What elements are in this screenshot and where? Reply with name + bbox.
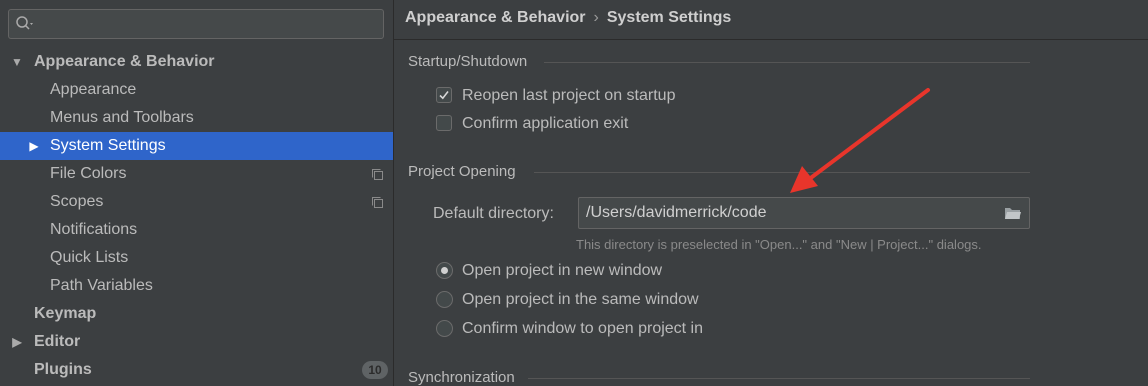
checkbox-box[interactable] [436, 115, 452, 131]
tree-item-label: Notifications [50, 221, 138, 238]
default-directory-value[interactable]: /Users/davidmerrick/code [586, 198, 767, 228]
radio-label: Open project in new window [462, 262, 663, 279]
radio-button[interactable] [436, 291, 453, 308]
default-directory-field[interactable]: /Users/davidmerrick/code [578, 197, 1030, 229]
radio-button[interactable] [436, 262, 453, 279]
radio-selected-dot [441, 267, 448, 274]
tree-item-notifications[interactable]: Notifications [0, 216, 393, 244]
tree-item-label: System Settings [50, 137, 166, 154]
tree-item-menus-and-toolbars[interactable]: Menus and Toolbars [0, 104, 393, 132]
tree-item-path-variables[interactable]: Path Variables [0, 272, 393, 300]
breadcrumb-current: System Settings [606, 9, 732, 26]
tree-item-appearance[interactable]: Appearance [0, 76, 393, 104]
checkbox-label: Confirm application exit [462, 115, 629, 132]
copy-icon [372, 197, 383, 208]
search-icon [16, 16, 33, 30]
section-divider [528, 378, 1030, 379]
tree-item-label: Editor [34, 333, 81, 350]
section-title-project-opening: Project Opening [408, 163, 516, 180]
plugins-count-badge: 10 [362, 361, 388, 379]
tree-item-file-colors[interactable]: File Colors [0, 160, 393, 188]
checkbox-label: Reopen last project on startup [462, 87, 676, 104]
radio-label: Open project in the same window [462, 291, 699, 308]
breadcrumb: Appearance & Behavior › System Settings [405, 9, 731, 27]
tree-item-label: Appearance [50, 81, 137, 98]
tree-item-label: Path Variables [50, 277, 153, 294]
tree-item-quick-lists[interactable]: Quick Lists [0, 244, 393, 272]
radio-button[interactable] [436, 320, 453, 337]
search-input[interactable] [8, 9, 384, 39]
section-title-synchronization: Synchronization [408, 369, 515, 386]
settings-sidebar: ▼ Appearance & Behavior Appearance Menus… [0, 0, 394, 386]
tree-item-label: Scopes [50, 193, 104, 210]
tree-item-appearance-behavior[interactable]: ▼ Appearance & Behavior [0, 48, 393, 76]
tree-item-plugins[interactable]: Plugins 10 [0, 356, 393, 384]
copy-icon [372, 169, 383, 180]
expand-arrow-icon[interactable]: ▶ [11, 328, 23, 356]
settings-main-panel: Appearance & Behavior › System Settings St… [394, 0, 1148, 386]
tree-item-label: File Colors [50, 165, 127, 182]
default-directory-label: Default directory: [433, 205, 554, 222]
tree-item-label: Menus and Toolbars [50, 109, 194, 126]
tree-item-label: Appearance & Behavior [34, 53, 215, 70]
expand-arrow-icon[interactable]: ▶ [28, 132, 40, 160]
tree-item-label: Quick Lists [50, 249, 129, 266]
tree-item-system-settings[interactable]: ▶ System Settings [0, 132, 393, 160]
collapse-arrow-icon[interactable]: ▼ [11, 48, 23, 76]
tree-item-keymap[interactable]: Keymap [0, 300, 393, 328]
section-title-startup: Startup/Shutdown [408, 53, 528, 70]
checkbox-box[interactable] [436, 87, 452, 103]
breadcrumb-parent[interactable]: Appearance & Behavior [405, 9, 586, 26]
tree-item-scopes[interactable]: Scopes [0, 188, 393, 216]
tree-item-editor[interactable]: ▶ Editor [0, 328, 393, 356]
radio-label: Confirm window to open project in [462, 320, 704, 337]
breadcrumb-separator: › [593, 9, 599, 26]
section-divider [544, 62, 1030, 63]
tree-item-label: Keymap [34, 305, 97, 322]
checkmark-icon [439, 91, 449, 100]
tree-item-label: Plugins [34, 361, 92, 378]
folder-icon[interactable] [1004, 206, 1022, 220]
section-divider [534, 172, 1030, 173]
default-directory-hint: This directory is preselected in "Open..… [576, 237, 982, 252]
header-divider [394, 39, 1148, 40]
